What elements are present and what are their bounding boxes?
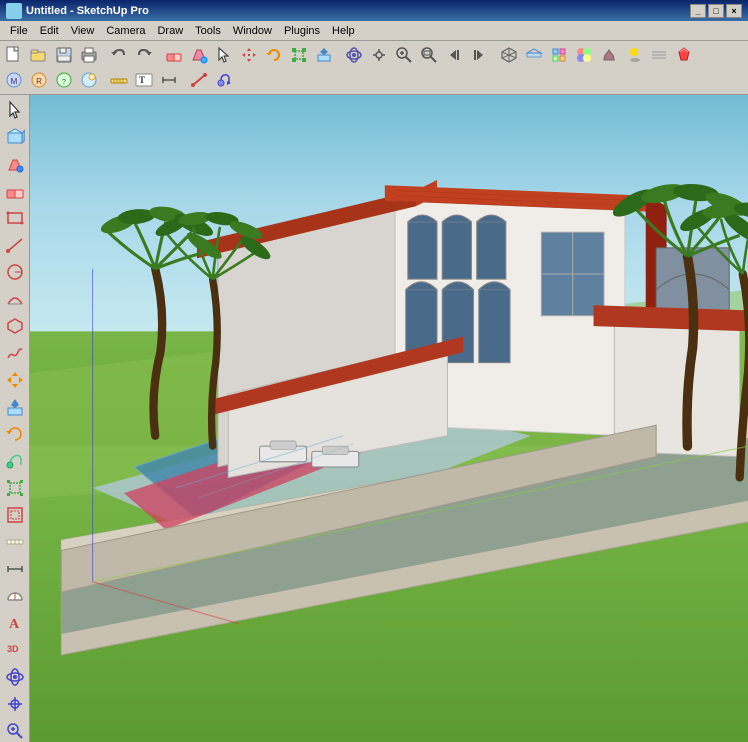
dimension-tool-button[interactable]: [2, 556, 28, 582]
pan-button[interactable]: [367, 43, 391, 67]
dimension-button[interactable]: [157, 68, 181, 92]
print-button[interactable]: [77, 43, 101, 67]
redo-button[interactable]: [132, 43, 156, 67]
ruby-button[interactable]: [672, 43, 696, 67]
polygon-tool-button[interactable]: [2, 313, 28, 339]
fog-button[interactable]: [647, 43, 671, 67]
zoom-extents-button[interactable]: [417, 43, 441, 67]
svg-text:T: T: [139, 75, 145, 85]
section-plane-button[interactable]: [522, 43, 546, 67]
undo-button[interactable]: [107, 43, 131, 67]
axes-button[interactable]: M: [2, 68, 26, 92]
toolbar-area: M R ? T: [0, 41, 748, 95]
sep5: [102, 69, 106, 91]
close-button[interactable]: ×: [726, 4, 742, 18]
menu-bar: File Edit View Camera Draw Tools Window …: [0, 21, 748, 41]
shadows-button[interactable]: [622, 43, 646, 67]
offset-tool-button[interactable]: [2, 502, 28, 528]
select-tool-button[interactable]: [2, 97, 28, 123]
new-button[interactable]: [2, 43, 26, 67]
line2-button[interactable]: [187, 68, 211, 92]
svg-text:?: ?: [62, 79, 66, 86]
window-title: Untitled - SketchUp Pro: [26, 5, 690, 17]
pushpull-button[interactable]: [312, 43, 336, 67]
zoom-button[interactable]: [392, 43, 416, 67]
eraser-tool-button[interactable]: [2, 178, 28, 204]
text-tool-button[interactable]: A: [2, 610, 28, 636]
title-bar: Untitled - SketchUp Pro _ □ ×: [0, 0, 748, 21]
erase-button[interactable]: [162, 43, 186, 67]
toolbar-row-1: [2, 43, 746, 67]
app-icon: [6, 3, 22, 19]
viewport[interactable]: [30, 95, 748, 742]
components-button[interactable]: [547, 43, 571, 67]
svg-text:R: R: [36, 77, 42, 86]
sep1: [102, 44, 106, 66]
sky2-button[interactable]: [77, 68, 101, 92]
sep4: [492, 44, 496, 66]
scale-button[interactable]: [287, 43, 311, 67]
scale-tool-button[interactable]: [2, 475, 28, 501]
menu-camera[interactable]: Camera: [100, 23, 151, 39]
main-area: A 3D: [0, 95, 748, 742]
save-button[interactable]: [52, 43, 76, 67]
rectangle-tool-button[interactable]: [2, 205, 28, 231]
sep3: [337, 44, 341, 66]
zoom-tool-button[interactable]: [2, 718, 28, 742]
tape-tool-button[interactable]: [2, 529, 28, 555]
left-toolbar: A 3D: [0, 95, 30, 742]
iso-button[interactable]: [497, 43, 521, 67]
maximize-button[interactable]: □: [708, 4, 724, 18]
protractor-tool-button[interactable]: [2, 583, 28, 609]
paint-button[interactable]: [187, 43, 211, 67]
select-button[interactable]: [212, 43, 236, 67]
menu-file[interactable]: File: [4, 23, 34, 39]
menu-window[interactable]: Window: [227, 23, 278, 39]
styles-button[interactable]: [597, 43, 621, 67]
camera2-button[interactable]: R: [27, 68, 51, 92]
open-button[interactable]: [27, 43, 51, 67]
arc-tool-button[interactable]: [2, 286, 28, 312]
minimize-button[interactable]: _: [690, 4, 706, 18]
pan-tool-button[interactable]: [2, 691, 28, 717]
menu-draw[interactable]: Draw: [151, 23, 189, 39]
ruby2-button[interactable]: ?: [52, 68, 76, 92]
3d-scene: [30, 95, 748, 742]
freehand-tool-button[interactable]: [2, 340, 28, 366]
sep6: [182, 69, 186, 91]
menu-edit[interactable]: Edit: [34, 23, 65, 39]
followme-tool-button[interactable]: [2, 448, 28, 474]
pushpull-tool-button[interactable]: [2, 394, 28, 420]
followme-button[interactable]: [212, 68, 236, 92]
window-controls[interactable]: _ □ ×: [690, 4, 742, 18]
menu-help[interactable]: Help: [326, 23, 361, 39]
text2-button[interactable]: T: [132, 68, 156, 92]
menu-tools[interactable]: Tools: [189, 23, 227, 39]
previous-view-button[interactable]: [442, 43, 466, 67]
menu-plugins[interactable]: Plugins: [278, 23, 326, 39]
line-tool-button[interactable]: [2, 232, 28, 258]
menu-view[interactable]: View: [65, 23, 101, 39]
svg-text:A: A: [9, 617, 20, 632]
move-button[interactable]: [237, 43, 261, 67]
orbit-button[interactable]: [342, 43, 366, 67]
svg-text:3D: 3D: [7, 644, 19, 654]
tape-measure-button[interactable]: [107, 68, 131, 92]
svg-text:M: M: [11, 77, 18, 86]
toolbar-row-2: M R ? T: [2, 68, 746, 92]
3dtext-tool-button[interactable]: 3D: [2, 637, 28, 663]
rotate-tool-button[interactable]: [2, 421, 28, 447]
next-view-button[interactable]: [467, 43, 491, 67]
orbit-tool-button[interactable]: [2, 664, 28, 690]
sep2: [157, 44, 161, 66]
component-button[interactable]: [2, 124, 28, 150]
materials-button[interactable]: [572, 43, 596, 67]
paint-tool-button[interactable]: [2, 151, 28, 177]
move-tool-button[interactable]: [2, 367, 28, 393]
circle-tool-button[interactable]: [2, 259, 28, 285]
rotate-button[interactable]: [262, 43, 286, 67]
